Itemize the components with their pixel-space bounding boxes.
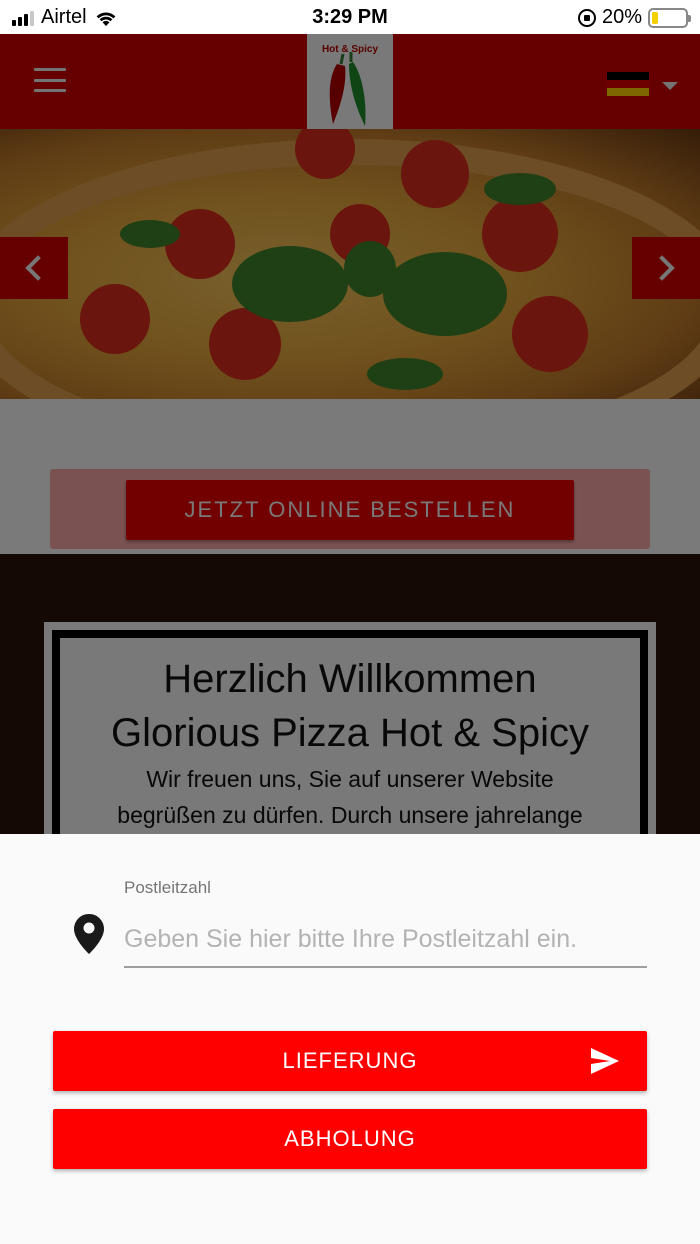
- battery-level: [652, 11, 659, 24]
- postcode-bottom-sheet: Postleitzahl LIEFERUNG ABHOLUNG: [0, 834, 700, 1244]
- delivery-button[interactable]: LIEFERUNG: [53, 1031, 647, 1091]
- rotation-lock-icon: [577, 8, 596, 27]
- status-bar: Airtel 3:29 PM 20%: [0, 0, 700, 34]
- postcode-input[interactable]: [124, 912, 647, 968]
- pickup-label: ABHOLUNG: [284, 1126, 416, 1151]
- send-icon: [591, 1048, 619, 1074]
- postcode-label: Postleitzahl: [124, 878, 211, 897]
- status-right: 20%: [577, 6, 691, 29]
- location-pin-icon: [74, 914, 104, 954]
- battery-icon: [648, 7, 691, 28]
- pickup-button[interactable]: ABHOLUNG: [53, 1109, 647, 1169]
- battery-percent: 20%: [601, 6, 642, 28]
- modal-backdrop[interactable]: [0, 34, 700, 834]
- delivery-label: LIEFERUNG: [282, 1048, 418, 1073]
